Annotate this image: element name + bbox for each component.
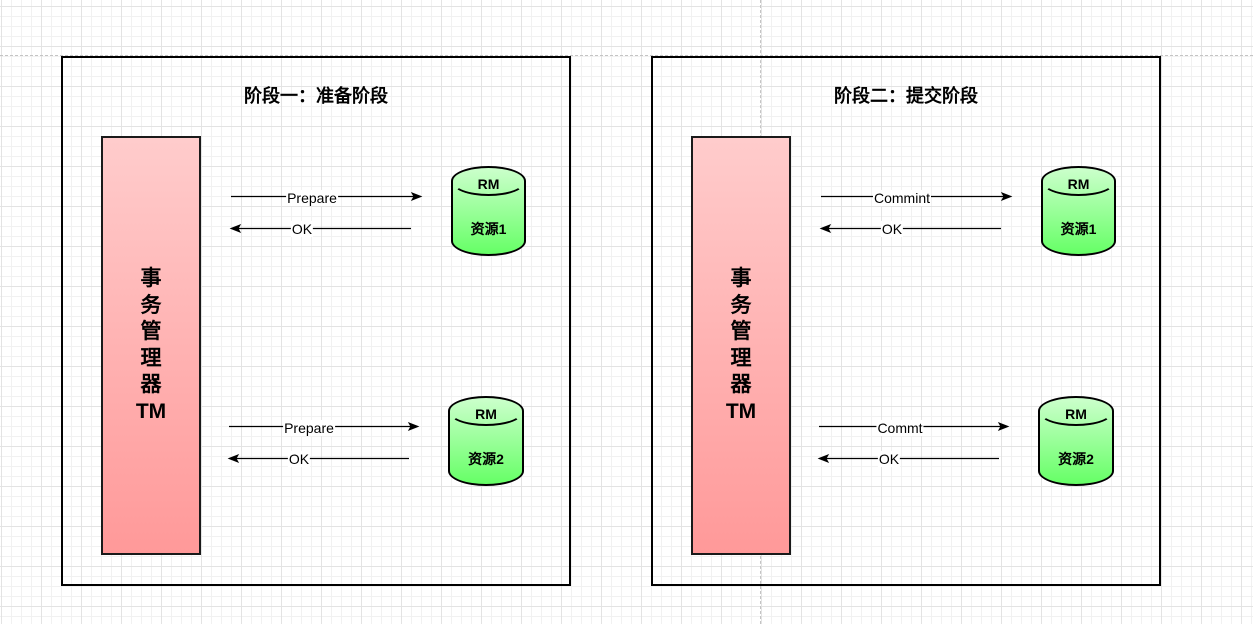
resource-type-label: RM <box>475 406 497 422</box>
resource-cylinder-2[interactable]: RM 资源2 <box>448 396 524 486</box>
resource-cylinder-2[interactable]: RM 资源2 <box>1038 396 1114 486</box>
phase-two-frame[interactable]: 阶段二：提交阶段 事 务 管 理 器 TM Commint OK Commt O… <box>651 56 1161 586</box>
resource-type-label: RM <box>477 176 500 192</box>
phase-two-content: 阶段二：提交阶段 事 务 管 理 器 TM Commint OK Commt O… <box>651 56 1161 586</box>
phase-one-frame[interactable]: 阶段一：准备阶段 事 务 管 理 器 TM Prepare OK Prepare… <box>61 56 571 586</box>
phase-one-content: 阶段一：准备阶段 事 务 管 理 器 TM Prepare OK Prepare… <box>61 56 571 586</box>
resource-cylinder-1[interactable]: RM 资源1 <box>451 166 526 256</box>
response-label: OK <box>880 221 904 237</box>
resource-type-label: RM <box>1067 176 1090 192</box>
request-label: Prepare <box>286 190 338 206</box>
resource-name-label: 资源2 <box>468 451 504 467</box>
resource-name-label: 资源2 <box>1058 451 1094 467</box>
request-label: Prepare <box>283 420 335 436</box>
resource-cylinder-1[interactable]: RM 资源1 <box>1041 166 1116 256</box>
response-arrow-row-2[interactable] <box>227 454 409 463</box>
phase-two-arrows <box>817 192 1013 463</box>
response-arrow-row-1[interactable] <box>819 224 1001 233</box>
phase-one-arrows <box>227 192 423 463</box>
response-label: OK <box>290 221 314 237</box>
response-arrow-row-1[interactable] <box>229 224 411 233</box>
response-label: OK <box>287 451 311 467</box>
resource-type-label: RM <box>1065 406 1087 422</box>
response-arrow-row-2[interactable] <box>817 454 999 463</box>
response-label: OK <box>877 451 901 467</box>
resource-name-label: 资源1 <box>1060 221 1097 237</box>
resource-name-label: 资源1 <box>470 221 507 237</box>
request-label: Commint <box>872 190 932 206</box>
request-label: Commt <box>876 420 924 436</box>
